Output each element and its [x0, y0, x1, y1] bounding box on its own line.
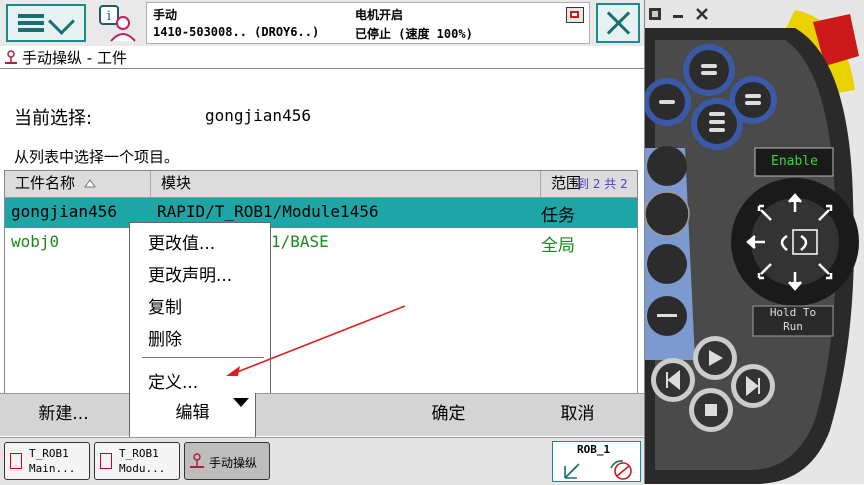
task-line1: 手动操纵 [209, 456, 258, 470]
annotation-arrow-icon [226, 305, 406, 376]
quickset-robot-button[interactable]: ROB_1 [552, 441, 641, 482]
task-line1: T_ROB1 [119, 447, 159, 460]
taskbar: T_ROB1 Main... T_ROB1 Modu... 手动操纵 ROB_1 [0, 437, 644, 485]
quickset-icon [564, 460, 632, 480]
task-tab-jogging[interactable]: 手动操纵 [184, 442, 270, 480]
task-line2: Main... [29, 462, 76, 475]
robot-name: ROB_1 [577, 443, 611, 456]
hold-line1: Hold To [769, 306, 817, 319]
enable-label: Enable [771, 154, 818, 169]
jogging-icon [190, 453, 204, 468]
hold-line2: Run [783, 320, 803, 333]
task-line2: Modu... [119, 462, 166, 475]
program-icon [100, 453, 112, 469]
flexpendant-screen: i 手动 1410-503008.. (DROY6..) 电机开启 已停止 (速… [0, 0, 645, 485]
hold-to-run-label: Hold To Run [763, 306, 823, 334]
flexpendant-hardware: Enable Hold To Run [645, 0, 864, 484]
task-tab-main[interactable]: T_ROB1 Main... [4, 442, 90, 480]
task-tab-module[interactable]: T_ROB1 Modu... [94, 442, 180, 480]
task-line1: T_ROB1 [29, 447, 69, 460]
program-icon [10, 453, 22, 469]
joystick[interactable] [731, 178, 859, 306]
